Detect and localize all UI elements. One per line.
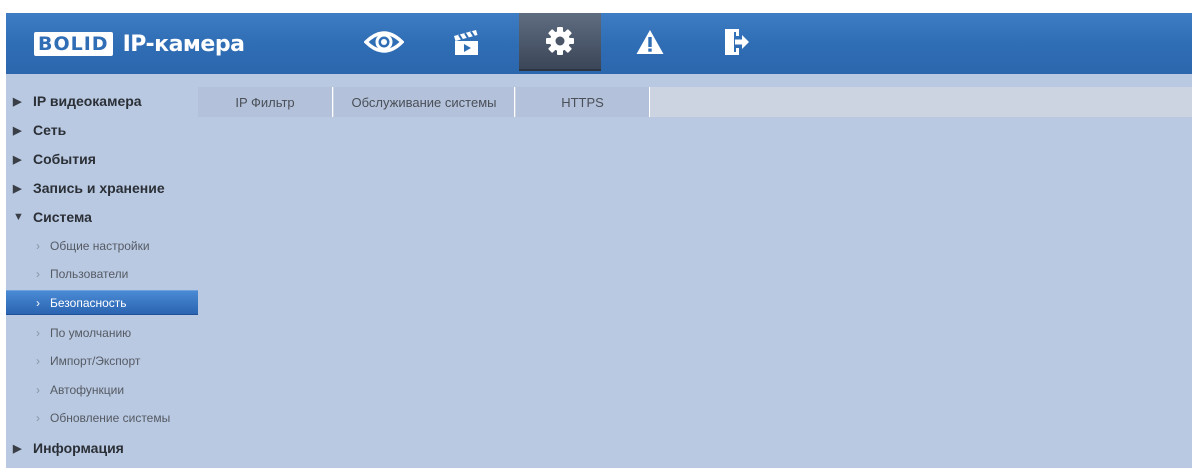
logout-icon xyxy=(722,27,750,57)
collapse-arrow-icon: ▼ xyxy=(13,211,24,223)
sidebar-subitem-label: Импорт/Экспорт xyxy=(50,353,141,368)
sidebar-subitem-label: Безопасность xyxy=(50,295,127,310)
sidebar-subitem-defaults[interactable]: › По умолчанию xyxy=(6,320,198,345)
sidebar-item-label: События xyxy=(33,151,96,167)
chevron-right-icon: › xyxy=(36,382,40,397)
top-header: BOLID IP-камера xyxy=(6,13,1192,74)
logout-button[interactable] xyxy=(708,13,764,71)
sidebar-subitem-security[interactable]: › Безопасность xyxy=(6,290,198,315)
chevron-right-icon: › xyxy=(36,295,40,310)
sidebar-item-label: Система xyxy=(33,209,92,225)
logo-text: BOLID xyxy=(38,33,109,55)
clapper-icon xyxy=(451,27,481,57)
sidebar-item-system[interactable]: ▼ Система xyxy=(6,203,198,231)
bolid-logo: BOLID xyxy=(34,32,113,56)
playback-button[interactable] xyxy=(438,13,494,71)
sidebar-subitem-label: Общие настройки xyxy=(50,238,150,253)
sidebar-menu: ▶ IP видеокамера ▶ Сеть ▶ События ▶ Запи… xyxy=(6,87,198,468)
expand-arrow-icon: ▶ xyxy=(13,182,22,195)
sidebar-subitem-import-export[interactable]: › Импорт/Экспорт xyxy=(6,348,198,373)
logo: BOLID IP-камера xyxy=(34,27,245,61)
sidebar-subitem-auto-functions[interactable]: › Автофункции xyxy=(6,377,198,402)
sidebar-subitem-label: По умолчанию xyxy=(50,325,132,340)
chevron-right-icon: › xyxy=(36,266,40,281)
alarm-button[interactable] xyxy=(622,13,678,71)
sidebar-subitem-update[interactable]: › Обновление системы xyxy=(6,405,198,430)
sidebar-item-network[interactable]: ▶ Сеть xyxy=(6,116,198,144)
warning-icon xyxy=(635,28,665,56)
tab-label: IP Фильтр xyxy=(235,94,295,110)
sidebar-subitem-label: Автофункции xyxy=(50,382,125,397)
expand-arrow-icon: ▶ xyxy=(13,124,22,137)
sidebar-item-label: IP видеокамера xyxy=(33,93,142,109)
sidebar-item-label: Информация xyxy=(33,440,124,456)
sidebar-subitem-users[interactable]: › Пользователи xyxy=(6,261,198,286)
content-area: IP Фильтр Обслуживание системы HTTPS xyxy=(198,87,1192,468)
app-window: BOLID IP-камера ▶ IP видеокамера ▶ Сеть … xyxy=(6,13,1192,468)
sidebar-subitem-general[interactable]: › Общие настройки xyxy=(6,233,198,258)
expand-arrow-icon: ▶ xyxy=(13,153,22,166)
live-view-button[interactable] xyxy=(356,13,412,71)
tab-ip-filter[interactable]: IP Фильтр xyxy=(198,87,333,117)
sidebar-item-label: Запись и хранение xyxy=(33,180,165,196)
expand-arrow-icon: ▶ xyxy=(13,442,22,455)
tab-https[interactable]: HTTPS xyxy=(516,87,650,117)
sidebar-item-label: Сеть xyxy=(33,122,67,138)
sidebar-item-events[interactable]: ▶ События xyxy=(6,145,198,173)
tab-system-maintenance[interactable]: Обслуживание системы xyxy=(334,87,515,117)
sidebar-item-storage[interactable]: ▶ Запись и хранение xyxy=(6,174,198,202)
sidebar-item-ip-camera[interactable]: ▶ IP видеокамера xyxy=(6,87,198,115)
tab-label: Обслуживание системы xyxy=(351,94,497,110)
tab-bar: IP Фильтр Обслуживание системы HTTPS xyxy=(198,87,1192,117)
sidebar-subitem-label: Обновление системы xyxy=(50,410,171,425)
chevron-right-icon: › xyxy=(36,353,40,368)
expand-arrow-icon: ▶ xyxy=(13,95,22,108)
app-title: IP-камера xyxy=(122,31,245,57)
settings-button[interactable] xyxy=(519,13,601,71)
gear-icon xyxy=(545,26,575,56)
tab-label: HTTPS xyxy=(561,94,604,110)
chevron-right-icon: › xyxy=(36,325,40,340)
chevron-right-icon: › xyxy=(36,410,40,425)
sidebar-item-info[interactable]: ▶ Информация xyxy=(6,434,198,462)
sidebar-subitem-label: Пользователи xyxy=(50,266,129,281)
chevron-right-icon: › xyxy=(36,238,40,253)
eye-icon xyxy=(364,28,404,56)
